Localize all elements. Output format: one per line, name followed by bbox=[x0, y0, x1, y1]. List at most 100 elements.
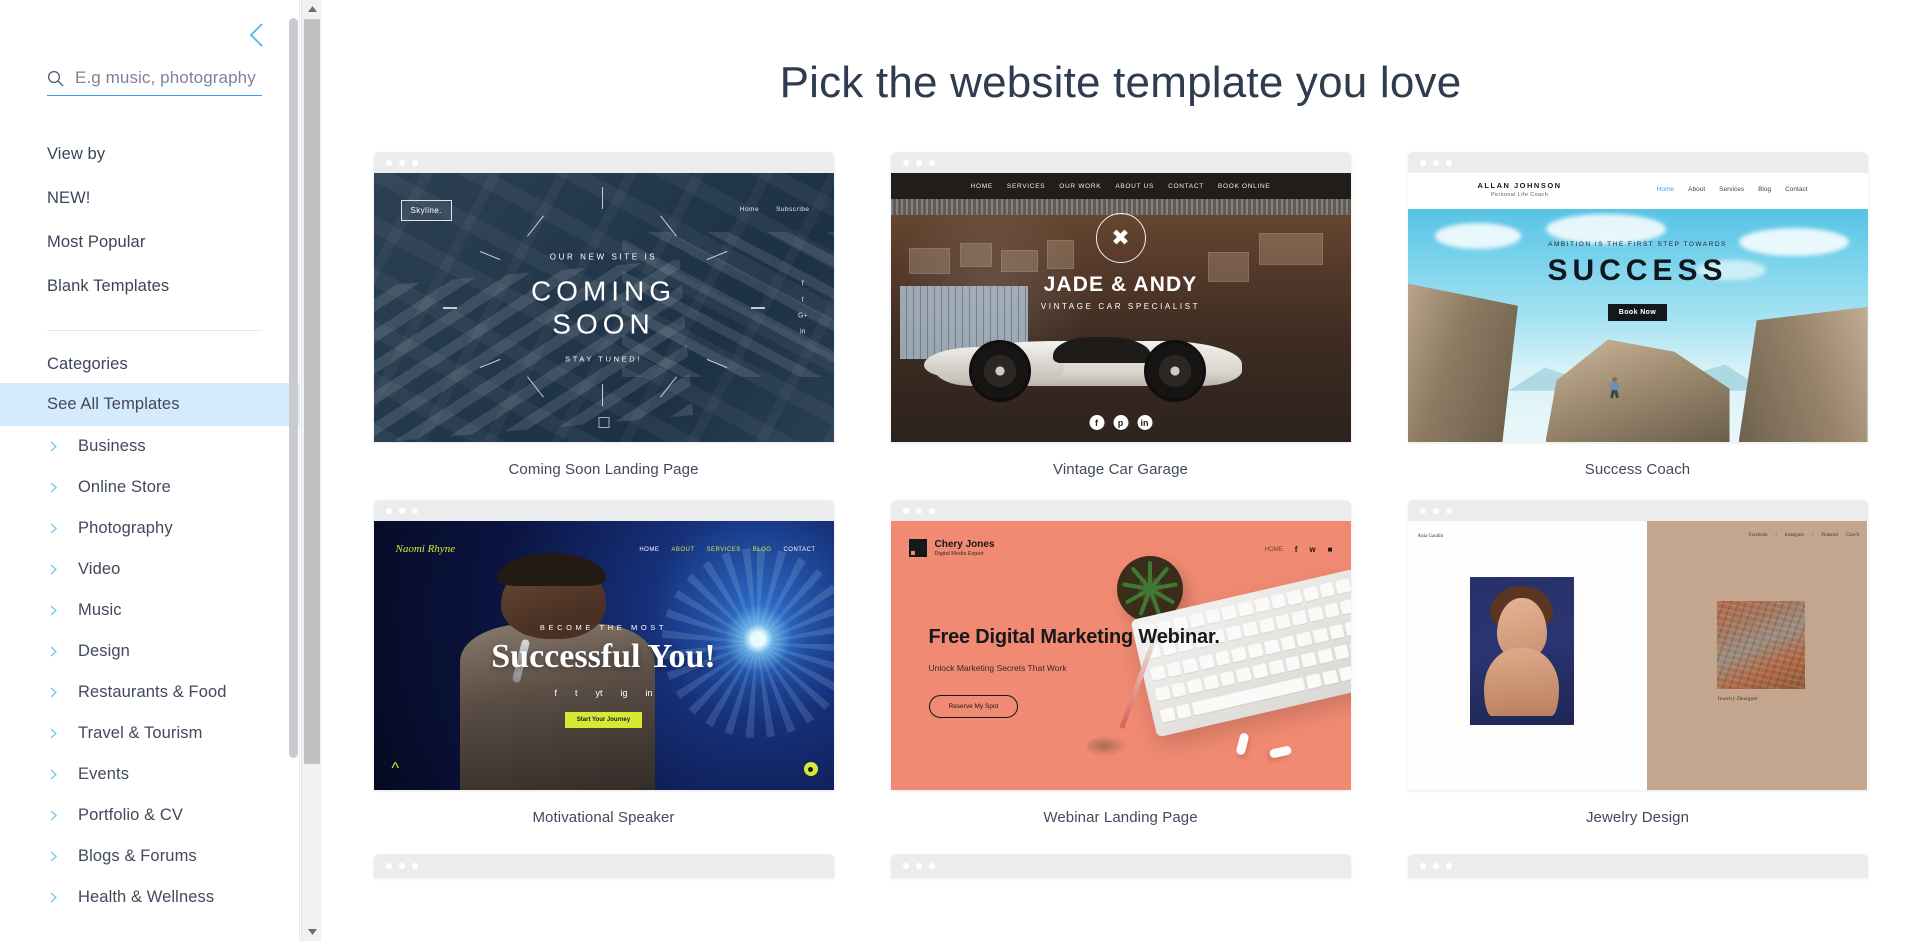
t2-nav-contact: CONTACT bbox=[1168, 182, 1204, 190]
t1-nav: Home Subscribe bbox=[740, 206, 810, 213]
sidebar-item-label: Blogs & Forums bbox=[78, 847, 197, 865]
key bbox=[1251, 663, 1268, 680]
chevron-right-icon bbox=[50, 687, 57, 698]
sidebar-item-label: Events bbox=[78, 765, 130, 783]
search-input[interactable] bbox=[75, 68, 262, 88]
model-portrait bbox=[1469, 577, 1574, 725]
sidebar-item-see-all-templates[interactable]: See All Templates bbox=[0, 383, 299, 426]
t1-footer-text: STAY TUNED! bbox=[565, 354, 642, 364]
template-thumbnail[interactable]: Chery Jones Digital Media Expert HOME f … bbox=[890, 500, 1351, 790]
template-card-webinar-landing-page[interactable]: Chery Jones Digital Media Expert HOME f … bbox=[890, 500, 1351, 826]
sidebar-item-video[interactable]: Video bbox=[0, 549, 299, 590]
success-coach-preview: ALLAN JOHNSON Personal Life Coach Home A… bbox=[1407, 173, 1868, 442]
t5-nav: HOME f w ■ bbox=[1265, 545, 1333, 554]
t1-logo: Skyline. bbox=[400, 200, 452, 221]
key bbox=[1323, 602, 1340, 619]
browser-chrome-bar bbox=[373, 500, 834, 521]
template-thumbnail[interactable]: Skyline. Home Subscribe OUR NEW SITE IS … bbox=[373, 152, 834, 442]
scroll-up-arrow[interactable] bbox=[302, 0, 322, 18]
page-scrollbar[interactable] bbox=[301, 0, 321, 941]
template-card-success-coach[interactable]: ALLAN JOHNSON Personal Life Coach Home A… bbox=[1407, 152, 1868, 478]
chevron-left-icon bbox=[249, 23, 263, 47]
webinar-preview: Chery Jones Digital Media Expert HOME f … bbox=[890, 521, 1351, 790]
sidebar-item-restaurants-food[interactable]: Restaurants & Food bbox=[0, 672, 299, 713]
sidebar-item-music[interactable]: Music bbox=[0, 590, 299, 631]
key bbox=[1332, 644, 1350, 661]
model-hands bbox=[1484, 648, 1560, 717]
key bbox=[1269, 593, 1286, 610]
template-thumbnail[interactable]: HOME SERVICES OUR WORK ABOUT US CONTACT … bbox=[890, 152, 1351, 442]
t3-kicker: AMBITION IS THE FIRST STEP TOWARDS bbox=[1548, 241, 1727, 248]
category-list: Business Online Store Photography Video Musi… bbox=[0, 426, 299, 918]
browser-dot bbox=[1432, 863, 1439, 869]
template-thumbnail[interactable]: Ania Gaudin Ania Gaudin Face bbox=[1407, 500, 1868, 790]
key bbox=[1337, 665, 1351, 682]
sidebar-item-label: Travel & Tourism bbox=[78, 724, 203, 742]
search-box[interactable] bbox=[47, 68, 262, 96]
t1-nav-home: Home bbox=[739, 206, 760, 213]
caret-down-icon bbox=[307, 929, 317, 935]
key bbox=[1295, 631, 1312, 647]
t5-subtitle: Unlock Marketing Secrets That Work bbox=[928, 662, 1067, 673]
key bbox=[1318, 582, 1335, 598]
template-card-motivational-speaker[interactable]: Naomi Rhyne HOME ABOUT SERVICES BLOG CON… bbox=[373, 500, 834, 826]
sidebar-item-travel-tourism[interactable]: Travel & Tourism bbox=[0, 713, 299, 754]
template-preview: HOME SERVICES OUR WORK ABOUT US CONTACT … bbox=[890, 173, 1351, 442]
sidebar-scrollbar-thumb[interactable] bbox=[289, 18, 298, 758]
page-scrollbar-thumb[interactable] bbox=[304, 19, 320, 764]
t4-nav-contact: CONTACT bbox=[783, 547, 816, 553]
template-caption: Jewelry Design bbox=[1585, 809, 1690, 826]
template-thumbnail[interactable]: Naomi Rhyne HOME ABOUT SERVICES BLOG CON… bbox=[373, 500, 834, 790]
vintage-car-preview: HOME SERVICES OUR WORK ABOUT US CONTACT … bbox=[890, 173, 1351, 442]
key bbox=[1219, 670, 1236, 687]
t1-headline-2: SOON bbox=[552, 308, 655, 339]
template-picker-page: View by NEW! Most Popular Blank Template… bbox=[0, 0, 1920, 941]
browser-chrome-bar bbox=[890, 854, 1351, 878]
speaker-hair bbox=[496, 553, 607, 587]
sidebar-item-business[interactable]: Business bbox=[0, 426, 299, 467]
key bbox=[1344, 619, 1351, 636]
twitter-icon: w bbox=[1309, 545, 1316, 554]
t6-nav-sep: / bbox=[1775, 533, 1777, 538]
car-wheel bbox=[1144, 339, 1207, 402]
view-by-item-most-popular[interactable]: Most Popular bbox=[0, 220, 299, 264]
sidebar-item-label: Restaurants & Food bbox=[78, 683, 227, 701]
t1-scroll-indicator bbox=[598, 417, 609, 428]
sidebar-item-portfolio-cv[interactable]: Portfolio & CV bbox=[0, 795, 299, 836]
t6-right-panel: Facebook / Instagram / Pinterest Care/It… bbox=[1646, 521, 1868, 790]
sidebar-item-health-wellness[interactable]: Health & Wellness bbox=[0, 877, 299, 918]
template-card-vintage-car-garage[interactable]: HOME SERVICES OUR WORK ABOUT US CONTACT … bbox=[890, 152, 1351, 478]
collapse-sidebar-button[interactable] bbox=[243, 22, 269, 48]
sidebar-item-online-store[interactable]: Online Store bbox=[0, 467, 299, 508]
next-row-peek bbox=[371, 854, 1871, 878]
youtube-icon: yt bbox=[595, 688, 603, 698]
t4-kicker: BECOME THE MOST bbox=[539, 623, 668, 632]
sidebar-item-design[interactable]: Design bbox=[0, 631, 299, 672]
search-icon bbox=[47, 70, 64, 86]
categories-label: Categories bbox=[47, 355, 128, 373]
view-by-item-new[interactable]: NEW! bbox=[0, 176, 299, 220]
sidebar-item-blogs-forums[interactable]: Blogs & Forums bbox=[0, 836, 299, 877]
template-grid: Skyline. Home Subscribe OUR NEW SITE IS … bbox=[371, 152, 1871, 826]
template-card-jewelry-design[interactable]: Ania Gaudin Ania Gaudin Face bbox=[1407, 500, 1868, 826]
ray bbox=[601, 187, 603, 209]
sidebar-scrollbar[interactable] bbox=[289, 0, 298, 941]
template-card-coming-soon[interactable]: Skyline. Home Subscribe OUR NEW SITE IS … bbox=[373, 152, 834, 478]
template-caption: Coming Soon Landing Page bbox=[508, 461, 699, 478]
vintage-car bbox=[914, 306, 1264, 408]
view-by-item-blank-templates[interactable]: Blank Templates bbox=[0, 264, 299, 308]
t6-nav: Facebook / Instagram / Pinterest Care/It bbox=[1749, 533, 1860, 538]
browser-dot bbox=[385, 507, 392, 514]
sidebar-item-events[interactable]: Events bbox=[0, 754, 299, 795]
browser-dot bbox=[928, 863, 935, 869]
t1-social-links: f t G+ in bbox=[798, 280, 808, 335]
template-thumbnail[interactable]: ALLAN JOHNSON Personal Life Coach Home A… bbox=[1407, 152, 1868, 442]
twitter-icon: t bbox=[574, 688, 578, 698]
t3-nav-services: Services bbox=[1719, 186, 1745, 193]
t5-brand-name: Chery Jones bbox=[934, 539, 995, 550]
browser-dot bbox=[1445, 507, 1452, 514]
scroll-down-arrow[interactable] bbox=[302, 923, 322, 941]
instagram-icon: in bbox=[1137, 415, 1152, 430]
sidebar-item-photography[interactable]: Photography bbox=[0, 508, 299, 549]
t6-image-caption: Jewelry Designer bbox=[1717, 696, 1759, 702]
